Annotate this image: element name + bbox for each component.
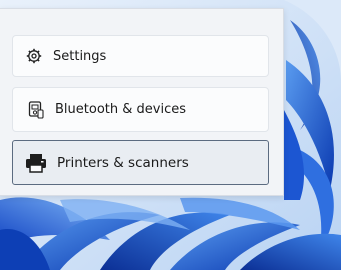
menu-item-printers-scanners[interactable]: Printers & scanners [12, 140, 269, 185]
menu-item-label: Settings [53, 48, 107, 64]
bluetooth-devices-icon [27, 100, 45, 119]
menu-item-label: Printers & scanners [57, 154, 189, 171]
gear-icon [25, 47, 43, 65]
start-menu-panel: Settings Bluetooth & devices Printers & … [0, 8, 284, 196]
menu-item-settings[interactable]: Settings [12, 35, 269, 77]
menu-item-label: Bluetooth & devices [55, 102, 186, 117]
menu-item-bluetooth-devices[interactable]: Bluetooth & devices [12, 87, 269, 132]
printer-icon [25, 153, 47, 173]
